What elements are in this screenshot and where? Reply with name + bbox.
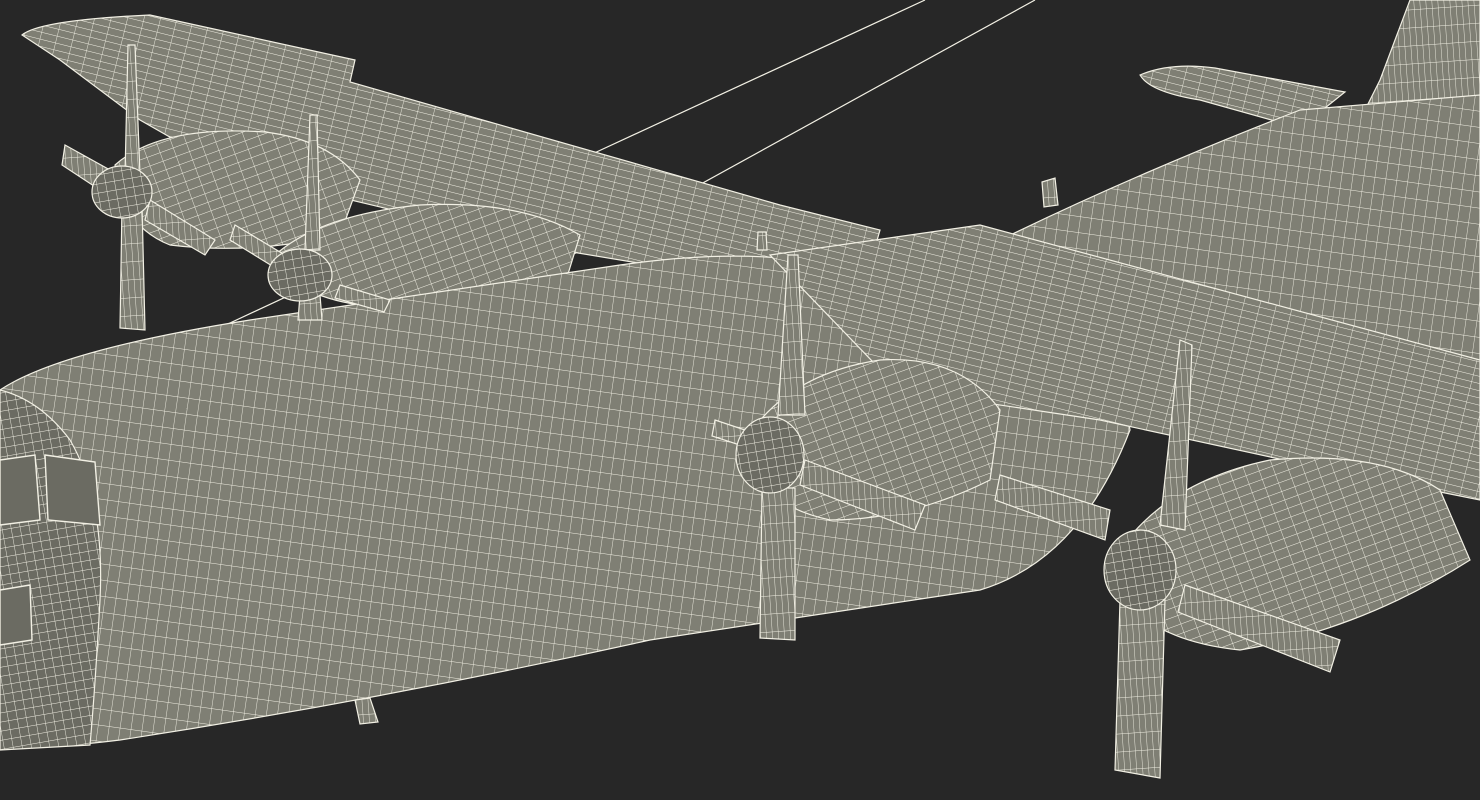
aircraft-wireframe-render bbox=[0, 0, 1480, 779]
render-viewport bbox=[0, 0, 1480, 800]
